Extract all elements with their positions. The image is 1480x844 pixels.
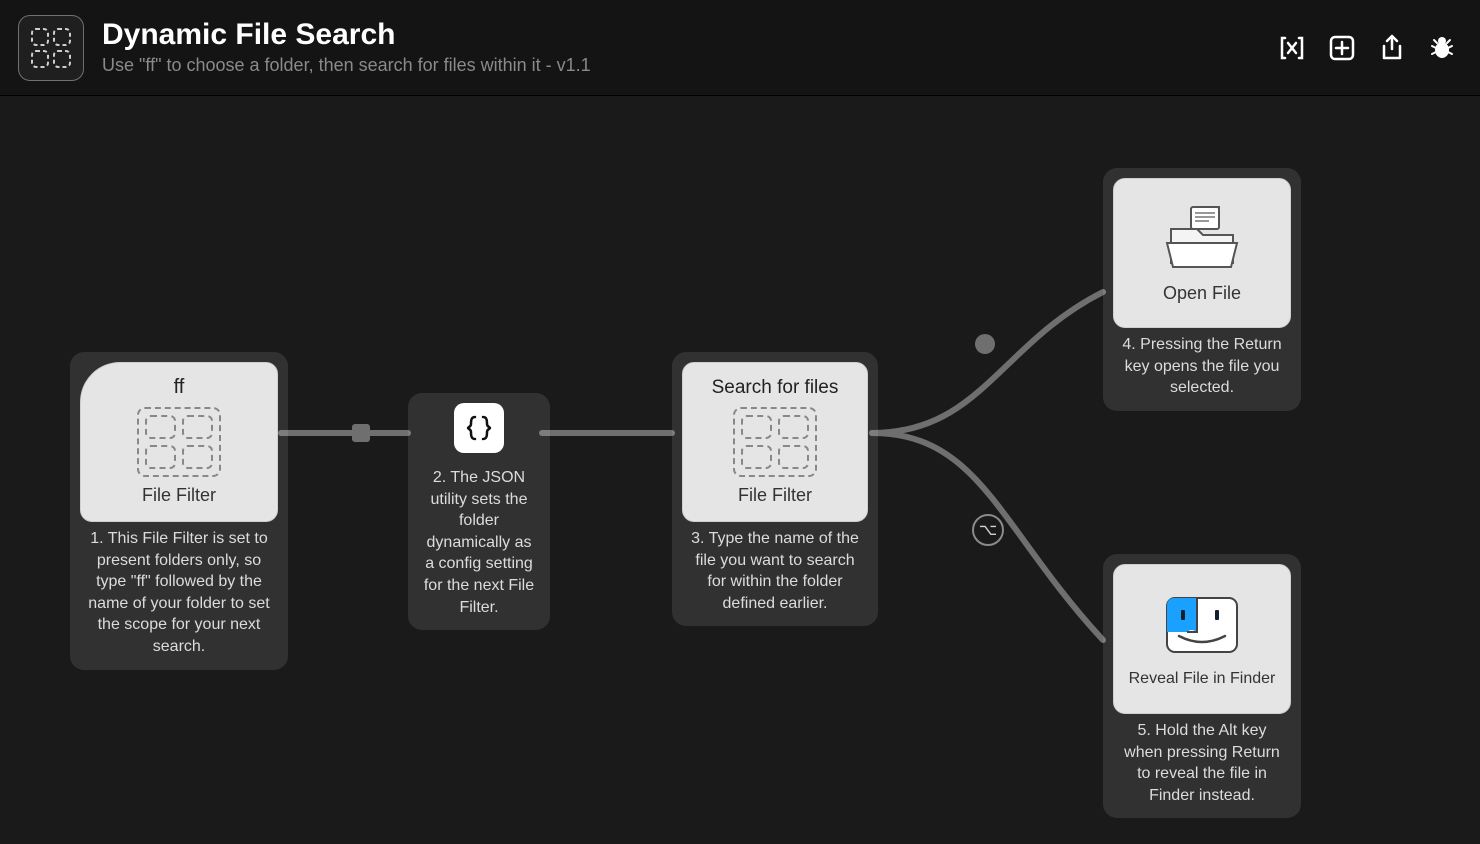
variables-button[interactable] (1278, 34, 1306, 62)
json-utility-icon (454, 403, 504, 453)
header-toolbar (1278, 0, 1456, 95)
node-json-utility[interactable]: 2. The JSON utility sets the folder dyna… (408, 393, 550, 630)
share-icon (1378, 34, 1406, 62)
file-filter-icon (733, 407, 817, 477)
node-reveal-in-finder[interactable]: Reveal File in Finder 5. Hold the Alt ke… (1103, 554, 1301, 818)
node-label: Reveal File in Finder (1129, 670, 1276, 688)
node-label: Open File (1163, 283, 1241, 304)
workflow-icon[interactable] (18, 15, 84, 81)
node-search-file-filter[interactable]: Search for files File Filter 3. Type the… (672, 352, 878, 626)
workflow-titles: Dynamic File Search Use "ff" to choose a… (102, 17, 591, 78)
connection-stub[interactable] (352, 424, 370, 442)
node-description: 5. Hold the Alt key when pressing Return… (1113, 714, 1291, 808)
connection-dot[interactable] (975, 334, 995, 354)
modifier-symbol: ⌥ (979, 520, 997, 540)
node-description: 3. Type the name of the file you want to… (682, 522, 868, 616)
file-filter-icon (137, 407, 221, 477)
node-title: Search for files (712, 377, 839, 399)
braces-icon (464, 413, 494, 443)
debug-button[interactable] (1428, 34, 1456, 62)
modifier-badge-alt[interactable]: ⌥ (972, 514, 1004, 546)
share-button[interactable] (1378, 34, 1406, 62)
node-card: Reveal File in Finder (1113, 564, 1291, 714)
node-keyword: ff (174, 376, 185, 399)
node-ff-file-filter[interactable]: ff File Filter 1. This File Filter is se… (70, 352, 288, 670)
node-description: 2. The JSON utility sets the folder dyna… (418, 461, 540, 620)
open-file-icon (1157, 201, 1247, 275)
node-description: 4. Pressing the Return key opens the fil… (1113, 328, 1291, 401)
workflow-canvas[interactable]: ⌥ ff File Filter 1. This File Filter is … (0, 96, 1480, 844)
node-open-file[interactable]: Open File 4. Pressing the Return key ope… (1103, 168, 1301, 411)
add-object-button[interactable] (1328, 34, 1356, 62)
bug-icon (1428, 34, 1456, 62)
node-card: ff File Filter (80, 362, 278, 522)
node-card: Open File (1113, 178, 1291, 328)
workflow-header: Dynamic File Search Use "ff" to choose a… (0, 0, 1480, 96)
node-label: File Filter (142, 485, 216, 506)
node-description: 1. This File Filter is set to present fo… (80, 522, 278, 660)
workflow-title: Dynamic File Search (102, 17, 591, 53)
node-label: File Filter (738, 485, 812, 506)
braces-x-icon (1278, 34, 1306, 62)
finder-icon (1157, 588, 1247, 662)
workflow-subtitle: Use "ff" to choose a folder, then search… (102, 53, 591, 78)
grid-dashed-icon (29, 26, 73, 70)
node-card: Search for files File Filter (682, 362, 868, 522)
plus-box-icon (1328, 34, 1356, 62)
